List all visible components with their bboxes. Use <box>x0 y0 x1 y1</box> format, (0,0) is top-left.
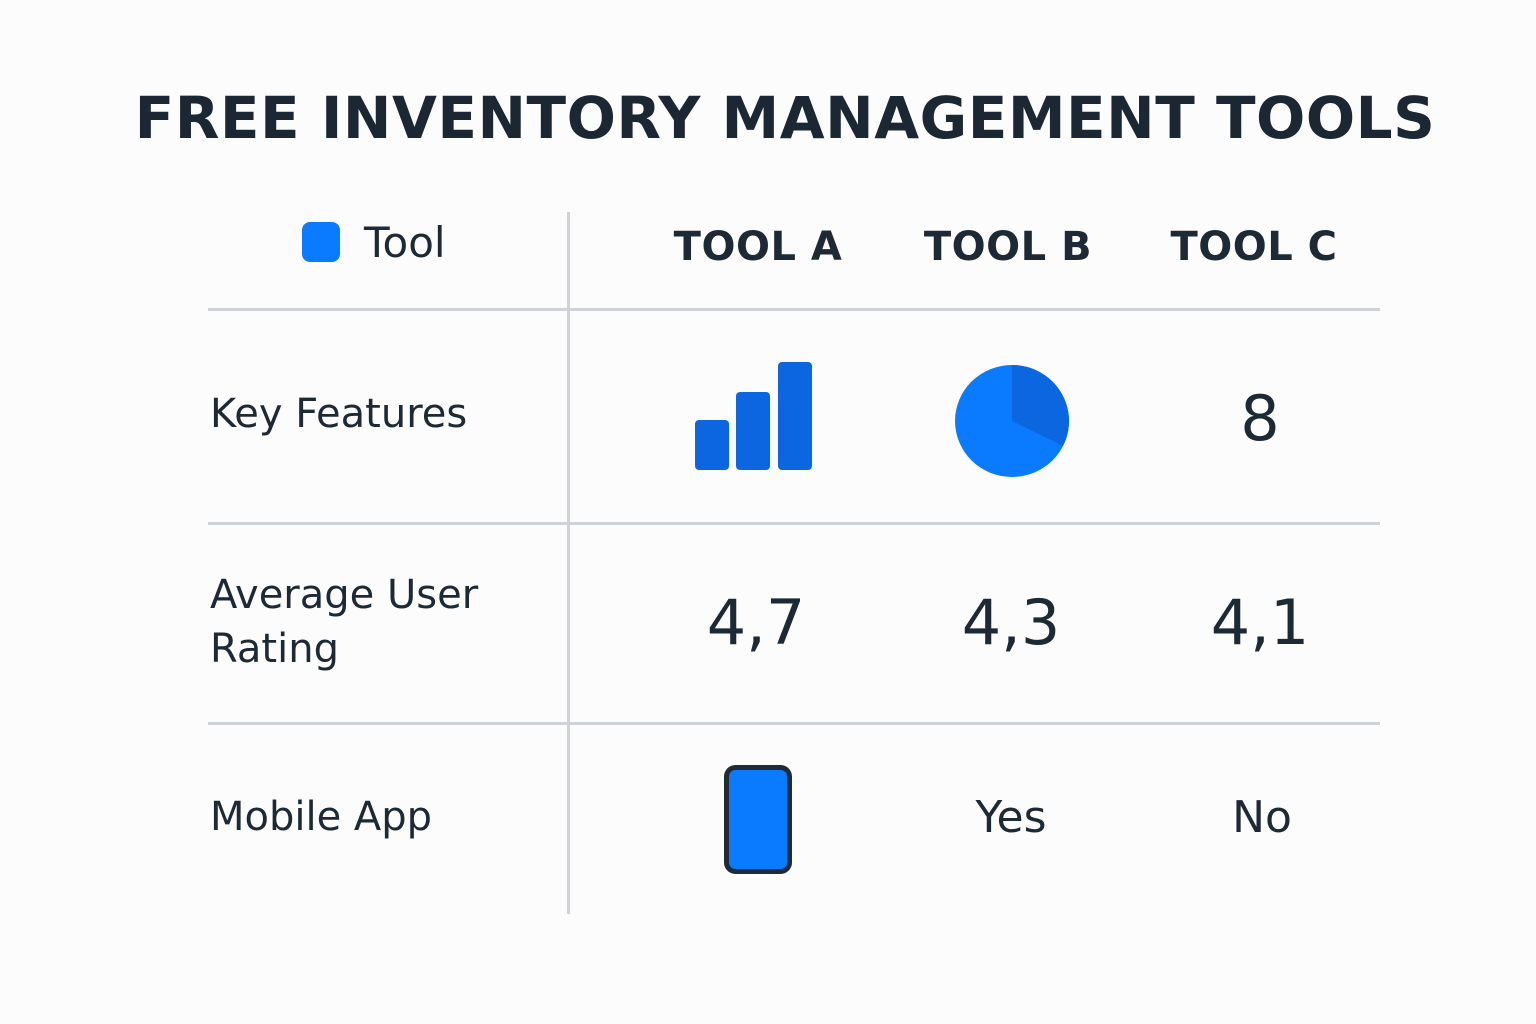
mobile-app-tool-b: Yes <box>975 792 1047 843</box>
legend-label: Tool <box>364 217 446 267</box>
row-label-mobile-app: Mobile App <box>210 794 433 840</box>
bar-chart-icon-svg <box>695 362 812 470</box>
label-column-divider <box>567 212 570 914</box>
legend-swatch <box>302 222 340 262</box>
row-divider-2 <box>208 722 1380 725</box>
rating-tool-b: 4,3 <box>961 586 1061 659</box>
pie-chart-icon <box>954 364 1070 482</box>
row-divider-1 <box>208 522 1380 525</box>
bar-chart-icon <box>694 362 814 476</box>
key-features-tool-c: 8 <box>1240 382 1280 455</box>
column-header-tool-c: TOOL C <box>1170 224 1338 270</box>
row-label-key-features: Key Features <box>210 391 468 437</box>
mobile-phone-icon <box>724 765 792 879</box>
rating-tool-c: 4,1 <box>1210 586 1310 659</box>
column-header-tool-b: TOOL B <box>923 224 1093 270</box>
mobile-app-tool-c: No <box>1232 792 1292 843</box>
row-label-average-user-rating: Average User Rating <box>210 572 479 672</box>
column-header-tool-a: TOOL A <box>673 224 843 270</box>
legend: Tool <box>302 214 446 270</box>
pie-chart-icon-svg <box>955 365 1069 477</box>
chart-title: FREE INVENTORY MANAGEMENT TOOLS <box>134 84 1436 152</box>
rating-tool-a: 4,7 <box>706 586 806 659</box>
header-divider <box>208 308 1380 311</box>
mobile-phone-icon-svg <box>724 765 792 874</box>
